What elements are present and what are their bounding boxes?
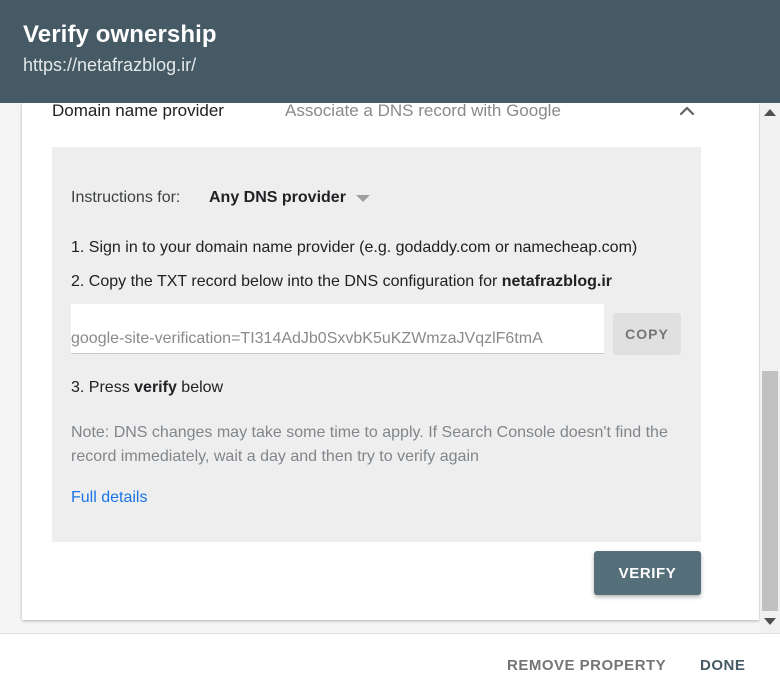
dialog-footer: REMOVE PROPERTY DONE [0, 633, 780, 696]
copy-button[interactable]: COPY [613, 313, 681, 355]
done-button[interactable]: DONE [688, 649, 757, 681]
verify-button[interactable]: VERIFY [594, 551, 701, 595]
step-3-prefix: 3. Press [71, 379, 135, 396]
dns-provider-dropdown[interactable]: Any DNS provider [209, 184, 370, 212]
scrollbar[interactable] [760, 103, 780, 633]
instructions-label: Instructions for: [71, 189, 181, 206]
scroll-up-arrow-icon[interactable] [764, 109, 776, 116]
property-url: https://netafrazblog.ir/ [23, 55, 197, 75]
verification-method-card: Domain name provider Associate a DNS rec… [22, 101, 759, 620]
instructions-panel: Instructions for: Any DNS provider 1. Si… [52, 147, 701, 542]
scroll-thumb[interactable] [762, 371, 778, 611]
full-details-link[interactable]: Full details [71, 489, 147, 507]
step-3-suffix: below [176, 379, 224, 396]
dialog-title: Verify ownership [23, 21, 217, 48]
method-description: Associate a DNS record with Google [285, 101, 561, 120]
step-1: 1. Sign in to your domain name provider … [71, 239, 638, 256]
method-header[interactable]: Domain name provider Associate a DNS rec… [22, 101, 759, 147]
txt-record-input[interactable] [71, 326, 604, 352]
dns-provider-selected: Any DNS provider [209, 189, 346, 206]
step-2-domain: netafrazblog.ir [501, 273, 612, 290]
step-3-bold: verify [134, 379, 177, 396]
caret-down-icon [355, 194, 370, 202]
dns-note: Note: DNS changes may take some time to … [71, 424, 668, 465]
step-3: 3. Press verify below [71, 379, 223, 397]
dialog-header: Verify ownership https://netafrazblog.ir… [0, 0, 780, 103]
scroll-down-arrow-icon[interactable] [764, 618, 776, 625]
step-2-text: 2. Copy the TXT record below into the DN… [71, 273, 502, 290]
method-label: Domain name provider [52, 101, 224, 120]
txt-record-field[interactable] [71, 304, 604, 354]
remove-property-button[interactable]: REMOVE PROPERTY [495, 649, 678, 681]
step-2: 2. Copy the TXT record below into the DN… [71, 273, 612, 291]
dialog-content: Domain name provider Associate a DNS rec… [0, 101, 760, 633]
